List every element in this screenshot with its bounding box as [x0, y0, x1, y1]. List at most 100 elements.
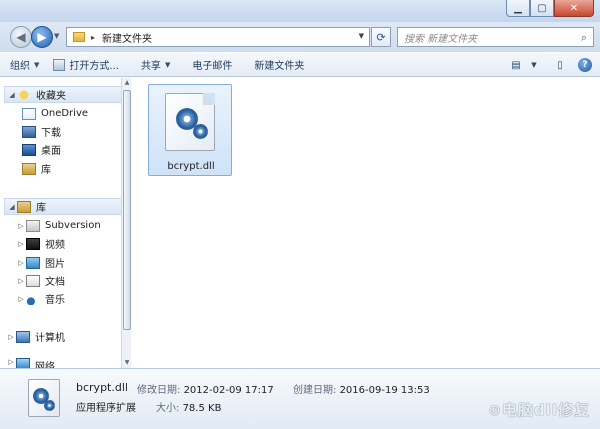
sidebar-item-downloads[interactable]: 下载 — [22, 123, 61, 140]
document-icon — [26, 274, 40, 287]
sidebar-item-label: 音乐 — [45, 295, 65, 306]
sidebar-item-videos[interactable]: ▷ 视频 — [10, 235, 65, 252]
modified-value: 2012-02-09 17:17 — [183, 385, 274, 396]
sidebar-item-documents[interactable]: ▷ 文档 — [10, 272, 65, 289]
sidebar-item-label: 库 — [36, 203, 46, 214]
organize-label: 组织 — [10, 61, 30, 72]
collapse-triangle-icon[interactable]: ▷ — [6, 358, 16, 366]
maximize-button[interactable]: ▢ — [530, 0, 554, 17]
expand-triangle-icon[interactable]: ◢ — [7, 91, 17, 99]
collapse-triangle-icon[interactable]: ▷ — [16, 222, 26, 230]
forward-arrow-icon: ▶ — [37, 30, 47, 44]
breadcrumb-chevron-icon[interactable]: ▸ — [91, 33, 95, 42]
collapse-triangle-icon[interactable]: ▷ — [6, 333, 16, 341]
chevron-down-icon: ▼ — [164, 60, 171, 69]
sidebar-item-music[interactable]: ▷ 音乐 — [10, 290, 65, 307]
folder-icon — [73, 32, 85, 42]
address-dropdown-icon[interactable]: ▼ — [359, 32, 364, 40]
sidebar-item-onedrive[interactable]: OneDrive — [22, 105, 88, 122]
sidebar-item-desktop[interactable]: 桌面 — [22, 141, 61, 158]
created-value: 2016-09-19 13:53 — [339, 385, 430, 396]
sidebar-libraries-header[interactable]: ◢ 库 — [4, 198, 124, 215]
sidebar-item-network[interactable]: ▷ 网络 — [0, 358, 55, 368]
scroll-thumb[interactable] — [123, 90, 131, 330]
sidebar-item-label: 文档 — [45, 277, 65, 288]
forward-button[interactable]: ▶ — [31, 26, 53, 48]
details-size: 大小: 78.5 KB — [156, 399, 221, 414]
modified-label: 修改日期: — [137, 385, 181, 396]
sidebar-item-subversion[interactable]: ▷ Subversion — [10, 217, 101, 234]
help-button[interactable]: ? — [578, 58, 592, 72]
search-input[interactable]: 搜索 新建文件夹 ⌕ — [397, 27, 594, 47]
chevron-down-icon: ▼ — [531, 61, 537, 69]
search-placeholder: 搜索 新建文件夹 — [404, 33, 478, 45]
organize-menu[interactable]: 组织 ▼ — [10, 57, 40, 73]
sidebar-item-label: 收藏夹 — [36, 91, 66, 102]
sidebar-item-label: 桌面 — [41, 146, 61, 157]
created-label: 创建日期: — [293, 385, 337, 396]
music-icon — [26, 292, 40, 305]
search-icon[interactable]: ⌕ — [581, 31, 587, 45]
sidebar-item-label: 计算机 — [35, 333, 65, 344]
watermark: ⊘电脑dll修复 — [488, 401, 590, 419]
close-icon: ✕ — [569, 2, 579, 14]
help-icon: ? — [582, 60, 588, 70]
back-arrow-icon: ◀ — [16, 30, 26, 44]
email-label: 电子邮件 — [192, 61, 233, 72]
sidebar-item-label: Subversion — [45, 220, 101, 231]
sidebar-item-label: 下载 — [41, 128, 61, 139]
details-filename: bcrypt.dll — [76, 381, 128, 394]
sidebar-item-library[interactable]: 库 — [22, 160, 51, 177]
view-controls: ▤ ▼ ▯ ? — [498, 58, 592, 72]
collapse-triangle-icon[interactable]: ▷ — [16, 259, 26, 267]
computer-icon — [16, 330, 30, 343]
star-icon — [17, 88, 31, 101]
new-folder-button[interactable]: 新建文件夹 — [254, 57, 304, 72]
details-created: 创建日期: 2016-09-19 13:53 — [293, 381, 430, 396]
open-with-button[interactable]: 打开方式... — [53, 57, 119, 72]
scroll-down-arrow-icon[interactable]: ▼ — [122, 358, 132, 368]
sidebar-item-label: OneDrive — [41, 108, 89, 119]
title-bar: ▁ ▢ ✕ — [0, 0, 600, 22]
details-pane: bcrypt.dll 应用程序扩展 修改日期: 2012-02-09 17:17… — [0, 368, 600, 429]
back-button[interactable]: ◀ — [10, 26, 32, 48]
close-button[interactable]: ✕ — [554, 0, 594, 17]
collapse-triangle-icon[interactable]: ▷ — [16, 240, 26, 248]
preview-pane-button[interactable]: ▯ — [552, 58, 568, 72]
onedrive-icon — [22, 107, 36, 120]
picture-icon — [26, 256, 40, 269]
expand-triangle-icon[interactable]: ◢ — [7, 203, 17, 211]
details-modified: 修改日期: 2012-02-09 17:17 — [137, 381, 274, 396]
sidebar-item-label: 库 — [41, 165, 51, 176]
refresh-button[interactable]: ⟳ — [371, 27, 391, 47]
change-view-button[interactable]: ▤ — [508, 58, 524, 72]
share-menu[interactable]: 共享 ▼ — [140, 57, 171, 73]
open-with-label: 打开方式... — [69, 61, 119, 72]
network-icon — [16, 358, 30, 368]
maximize-icon: ▢ — [537, 2, 547, 14]
sidebar-item-label: 图片 — [45, 259, 65, 270]
collapse-triangle-icon[interactable]: ▷ — [16, 277, 26, 285]
new-folder-label: 新建文件夹 — [254, 61, 305, 72]
email-button[interactable]: 电子邮件 — [192, 57, 232, 72]
sidebar-item-pictures[interactable]: ▷ 图片 — [10, 254, 65, 271]
chevron-down-icon: ▼ — [34, 60, 40, 69]
share-label: 共享 — [140, 61, 161, 72]
address-bar[interactable]: ▸ 新建文件夹 ▼ — [66, 27, 370, 47]
window-controls: ▁ ▢ ✕ — [506, 0, 594, 17]
preview-pane-icon: ▯ — [557, 59, 563, 71]
dll-gear-icon — [165, 93, 215, 151]
breadcrumb-current[interactable]: 新建文件夹 — [102, 30, 152, 45]
navigation-scrollbar[interactable]: ▲ ▼ — [121, 78, 131, 368]
sidebar-item-computer[interactable]: ▷ 计算机 — [0, 328, 65, 345]
scroll-up-arrow-icon[interactable]: ▲ — [122, 78, 132, 88]
collapse-triangle-icon[interactable]: ▷ — [16, 295, 26, 303]
view-options-dropdown[interactable]: ▼ — [526, 58, 542, 72]
library-icon — [17, 200, 31, 213]
file-item[interactable]: bcrypt.dll — [148, 84, 232, 176]
recent-pages-dropdown[interactable]: ▼ — [54, 32, 59, 40]
command-bar: 组织 ▼ 打开方式... 共享 ▼ 电子邮件 新建文件夹 ▤ ▼ ▯ ? — [0, 52, 600, 77]
minimize-button[interactable]: ▁ — [506, 0, 530, 17]
sidebar-favorites-header[interactable]: ◢ 收藏夹 — [4, 86, 124, 103]
view-icon: ▤ — [511, 59, 521, 71]
